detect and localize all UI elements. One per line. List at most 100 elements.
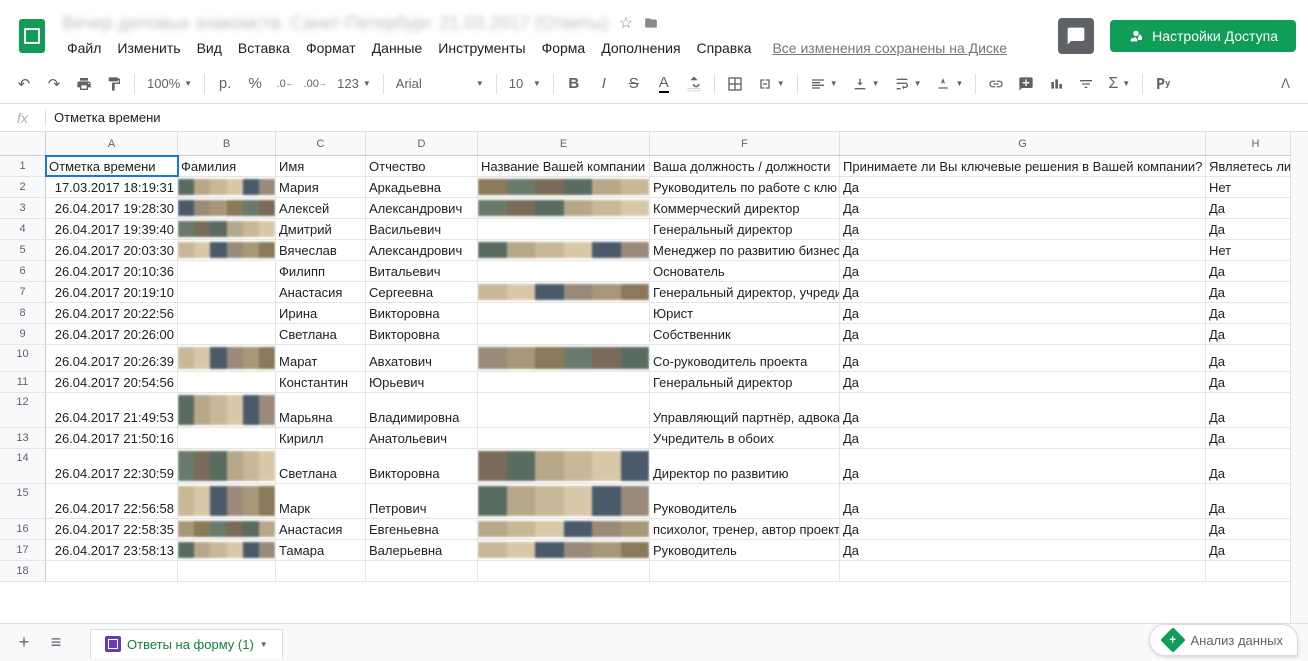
cell-B10[interactable] [178, 345, 276, 371]
cell-A15[interactable]: 26.04.2017 22:56:58 [46, 484, 178, 518]
cell-G1[interactable]: Принимаете ли Вы ключевые решения в Ваше… [840, 156, 1206, 176]
cell-F12[interactable]: Управляющий партнёр, адвока [650, 393, 840, 427]
cell-E6[interactable] [478, 261, 650, 281]
font-size-dropdown[interactable]: 10▼ [503, 76, 547, 91]
cell-G11[interactable]: Да [840, 372, 1206, 392]
row-header-13[interactable]: 13 [0, 428, 46, 448]
cell-E12[interactable] [478, 393, 650, 427]
cell-E5[interactable] [478, 240, 650, 260]
cell-D7[interactable]: Сергеевна [366, 282, 478, 302]
cell-G10[interactable]: Да [840, 345, 1206, 371]
sheet-tab-menu-icon[interactable]: ▼ [260, 640, 268, 649]
cell-C9[interactable]: Светлана [276, 324, 366, 344]
bold-button[interactable]: B [560, 70, 588, 98]
cell-E18[interactable] [478, 561, 650, 581]
vertical-scrollbar[interactable] [1290, 132, 1308, 630]
functions-button[interactable]: Σ▼ [1102, 75, 1136, 93]
star-icon[interactable]: ☆ [619, 13, 633, 33]
add-sheet-button[interactable]: + [8, 627, 40, 659]
col-header-G[interactable]: G [840, 132, 1206, 155]
cell-A5[interactable]: 26.04.2017 20:03:30 [46, 240, 178, 260]
horizontal-align-button[interactable]: ▼ [804, 76, 844, 92]
cell-B11[interactable] [178, 372, 276, 392]
cell-A11[interactable]: 26.04.2017 20:54:56 [46, 372, 178, 392]
cell-E1[interactable]: Название Вашей компании [478, 156, 650, 176]
cell-C8[interactable]: Ирина [276, 303, 366, 323]
cell-F1[interactable]: Ваша должность / должности [650, 156, 840, 176]
row-header-17[interactable]: 17 [0, 540, 46, 560]
cell-G2[interactable]: Да [840, 177, 1206, 197]
cell-C10[interactable]: Марат [276, 345, 366, 371]
cell-C5[interactable]: Вячеслав [276, 240, 366, 260]
cell-F5[interactable]: Менеджер по развитию бизнес [650, 240, 840, 260]
cell-G7[interactable]: Да [840, 282, 1206, 302]
menu-data[interactable]: Данные [365, 36, 430, 60]
cell-A1[interactable]: Отметка времени [46, 156, 178, 176]
all-sheets-button[interactable]: ≡ [40, 627, 72, 659]
cell-E10[interactable] [478, 345, 650, 371]
cell-D4[interactable]: Васильевич [366, 219, 478, 239]
cell-A13[interactable]: 26.04.2017 21:50:16 [46, 428, 178, 448]
cell-F9[interactable]: Собственник [650, 324, 840, 344]
formula-bar-content[interactable]: Отметка времени [46, 110, 161, 125]
zoom-dropdown[interactable]: 100%▼ [141, 76, 198, 91]
vertical-align-button[interactable]: ▼ [846, 76, 886, 92]
cell-A4[interactable]: 26.04.2017 19:39:40 [46, 219, 178, 239]
sheets-logo[interactable] [12, 16, 52, 56]
row-header-6[interactable]: 6 [0, 261, 46, 281]
cell-D1[interactable]: Отчество [366, 156, 478, 176]
merge-cells-button[interactable]: ▼ [751, 76, 791, 92]
cell-B14[interactable] [178, 449, 276, 483]
cell-F17[interactable]: Руководитель [650, 540, 840, 560]
col-header-A[interactable]: A [46, 132, 178, 155]
cell-E15[interactable] [478, 484, 650, 518]
cell-F4[interactable]: Генеральный директор [650, 219, 840, 239]
cell-G6[interactable]: Да [840, 261, 1206, 281]
cell-A18[interactable] [46, 561, 178, 581]
cell-G14[interactable]: Да [840, 449, 1206, 483]
italic-button[interactable]: I [590, 70, 618, 98]
cell-D6[interactable]: Витальевич [366, 261, 478, 281]
cell-E7[interactable] [478, 282, 650, 302]
cell-D13[interactable]: Анатольевич [366, 428, 478, 448]
fill-color-button[interactable] [680, 70, 708, 98]
cell-D2[interactable]: Аркадьевна [366, 177, 478, 197]
cell-E17[interactable] [478, 540, 650, 560]
cell-E8[interactable] [478, 303, 650, 323]
cell-G9[interactable]: Да [840, 324, 1206, 344]
menu-edit[interactable]: Изменить [110, 36, 187, 60]
cell-B12[interactable] [178, 393, 276, 427]
row-header-14[interactable]: 14 [0, 449, 46, 483]
cell-D16[interactable]: Евгеньевна [366, 519, 478, 539]
cell-D14[interactable]: Викторовна [366, 449, 478, 483]
cell-G4[interactable]: Да [840, 219, 1206, 239]
cell-C6[interactable]: Филипп [276, 261, 366, 281]
row-header-4[interactable]: 4 [0, 219, 46, 239]
cell-D8[interactable]: Викторовна [366, 303, 478, 323]
select-all-cell[interactable] [0, 132, 46, 155]
cell-B16[interactable] [178, 519, 276, 539]
redo-button[interactable]: ↷ [40, 70, 68, 98]
cell-B7[interactable] [178, 282, 276, 302]
cell-A9[interactable]: 26.04.2017 20:26:00 [46, 324, 178, 344]
cell-E3[interactable] [478, 198, 650, 218]
cell-G13[interactable]: Да [840, 428, 1206, 448]
cell-D10[interactable]: Авхатович [366, 345, 478, 371]
cell-B4[interactable] [178, 219, 276, 239]
row-header-18[interactable]: 18 [0, 561, 46, 581]
menu-file[interactable]: Файл [60, 36, 108, 60]
cell-D15[interactable]: Петрович [366, 484, 478, 518]
decrease-decimal-button[interactable]: .0← [271, 70, 299, 98]
row-header-5[interactable]: 5 [0, 240, 46, 260]
row-header-3[interactable]: 3 [0, 198, 46, 218]
cell-D3[interactable]: Александрович [366, 198, 478, 218]
cell-C12[interactable]: Марьяна [276, 393, 366, 427]
cell-C13[interactable]: Кирилл [276, 428, 366, 448]
cell-F3[interactable]: Коммерческий директор [650, 198, 840, 218]
share-button[interactable]: Настройки Доступа [1110, 20, 1296, 52]
cell-A16[interactable]: 26.04.2017 22:58:35 [46, 519, 178, 539]
percent-button[interactable]: % [241, 70, 269, 98]
cell-A10[interactable]: 26.04.2017 20:26:39 [46, 345, 178, 371]
text-rotation-button[interactable]: ▼ [929, 76, 969, 92]
cell-B1[interactable]: Фамилия [178, 156, 276, 176]
